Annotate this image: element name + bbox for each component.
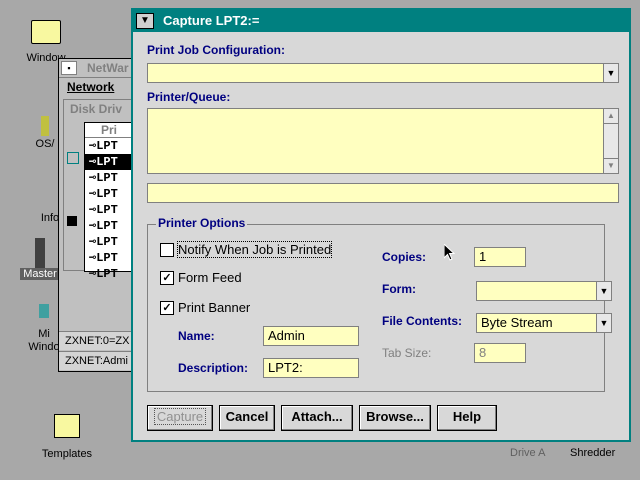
drive-a-label[interactable]: Drive A <box>510 447 545 459</box>
printer-options-title: Printer Options <box>156 216 248 230</box>
dialog-titlebar[interactable]: ▼ Capture LPT2:= <box>133 10 629 32</box>
print-banner-checkbox[interactable]: ✓ Print Banner <box>160 300 250 315</box>
queue-scrollbar[interactable]: ▲ ▼ <box>603 109 618 173</box>
os2-icon <box>41 116 49 136</box>
check-icon: ✓ <box>160 300 174 315</box>
description-field[interactable]: LPT2: <box>263 358 359 378</box>
form-combo[interactable]: ▼ <box>476 281 612 301</box>
printer-queue-label: Printer/Queue: <box>147 90 231 104</box>
name-field[interactable]: Admin <box>263 326 359 346</box>
notify-checkbox[interactable]: Notify When Job is Printed <box>160 241 333 258</box>
help-button[interactable]: Help <box>437 405 497 431</box>
file-contents-combo[interactable]: Byte Stream ▼ <box>476 313 612 333</box>
capture-dialog[interactable]: ▼ Capture LPT2:= Print Job Configuration… <box>131 8 631 442</box>
chevron-down-icon[interactable]: ▼ <box>596 314 611 332</box>
printer-tree-icon <box>67 216 77 226</box>
tab-size-value: 8 <box>479 345 487 360</box>
printer-queue-list[interactable]: ▲ ▼ <box>147 108 619 174</box>
system-menu-icon[interactable]: ▼ <box>136 13 154 29</box>
print-job-combo[interactable]: ▼ <box>147 63 619 83</box>
name-label: Name: <box>178 329 215 343</box>
master-icon <box>35 238 45 268</box>
scroll-down-icon[interactable]: ▼ <box>604 158 618 173</box>
copies-field[interactable]: 1 <box>474 247 526 267</box>
desktop-icon-label: OS/ <box>35 138 55 150</box>
queue-path-field[interactable] <box>147 183 619 203</box>
form-label: Form: <box>382 282 416 296</box>
netware-icon: ▪ <box>61 61 77 75</box>
print-job-label: Print Job Configuration: <box>147 43 285 57</box>
folder-icon <box>31 20 61 44</box>
tab-size-field[interactable]: 8 <box>474 343 526 363</box>
netware-title: NetWar <box>87 61 129 75</box>
copies-value: 1 <box>479 249 487 264</box>
chevron-down-icon[interactable]: ▼ <box>603 64 618 82</box>
browse-button[interactable]: Browse... <box>359 405 431 431</box>
name-value: Admin <box>268 328 305 343</box>
desktop-icon-templates[interactable]: Templates <box>38 414 96 460</box>
file-contents-label: File Contents: <box>382 314 462 328</box>
menu-network[interactable]: Network <box>67 80 114 94</box>
desktop-icon-master[interactable]: Master <box>20 238 60 280</box>
description-label: Description: <box>178 361 249 375</box>
desktop-icon-label: Master <box>20 268 60 280</box>
form-feed-label: Form Feed <box>178 270 242 285</box>
notify-label: Notify When Job is Printed <box>176 241 333 258</box>
cancel-button[interactable]: Cancel <box>219 405 275 431</box>
copies-label: Copies: <box>382 250 427 264</box>
dialog-title: Capture LPT2:= <box>163 13 260 28</box>
description-value: LPT2: <box>268 360 303 375</box>
templates-icon <box>54 414 80 438</box>
window-icon <box>39 304 49 318</box>
printer-options-group: Printer Options Notify When Job is Print… <box>147 216 612 392</box>
mouse-cursor-icon <box>444 244 456 261</box>
capture-button[interactable]: Capture <box>147 405 213 431</box>
attach-button[interactable]: Attach... <box>281 405 353 431</box>
scroll-up-icon[interactable]: ▲ <box>604 109 618 124</box>
desktop-icon-label: Templates <box>41 448 93 460</box>
checkbox-empty-icon <box>160 242 174 257</box>
tab-size-label: Tab Size: <box>382 346 432 360</box>
file-contents-value: Byte Stream <box>481 315 553 330</box>
shredder-label[interactable]: Shredder <box>570 447 615 459</box>
chevron-down-icon[interactable]: ▼ <box>596 282 611 300</box>
form-feed-checkbox[interactable]: ✓ Form Feed <box>160 270 242 285</box>
desktop-icon-os2[interactable]: OS/ <box>30 116 60 150</box>
print-banner-label: Print Banner <box>178 300 251 315</box>
network-tree-icon <box>67 152 79 164</box>
check-icon: ✓ <box>160 270 174 285</box>
